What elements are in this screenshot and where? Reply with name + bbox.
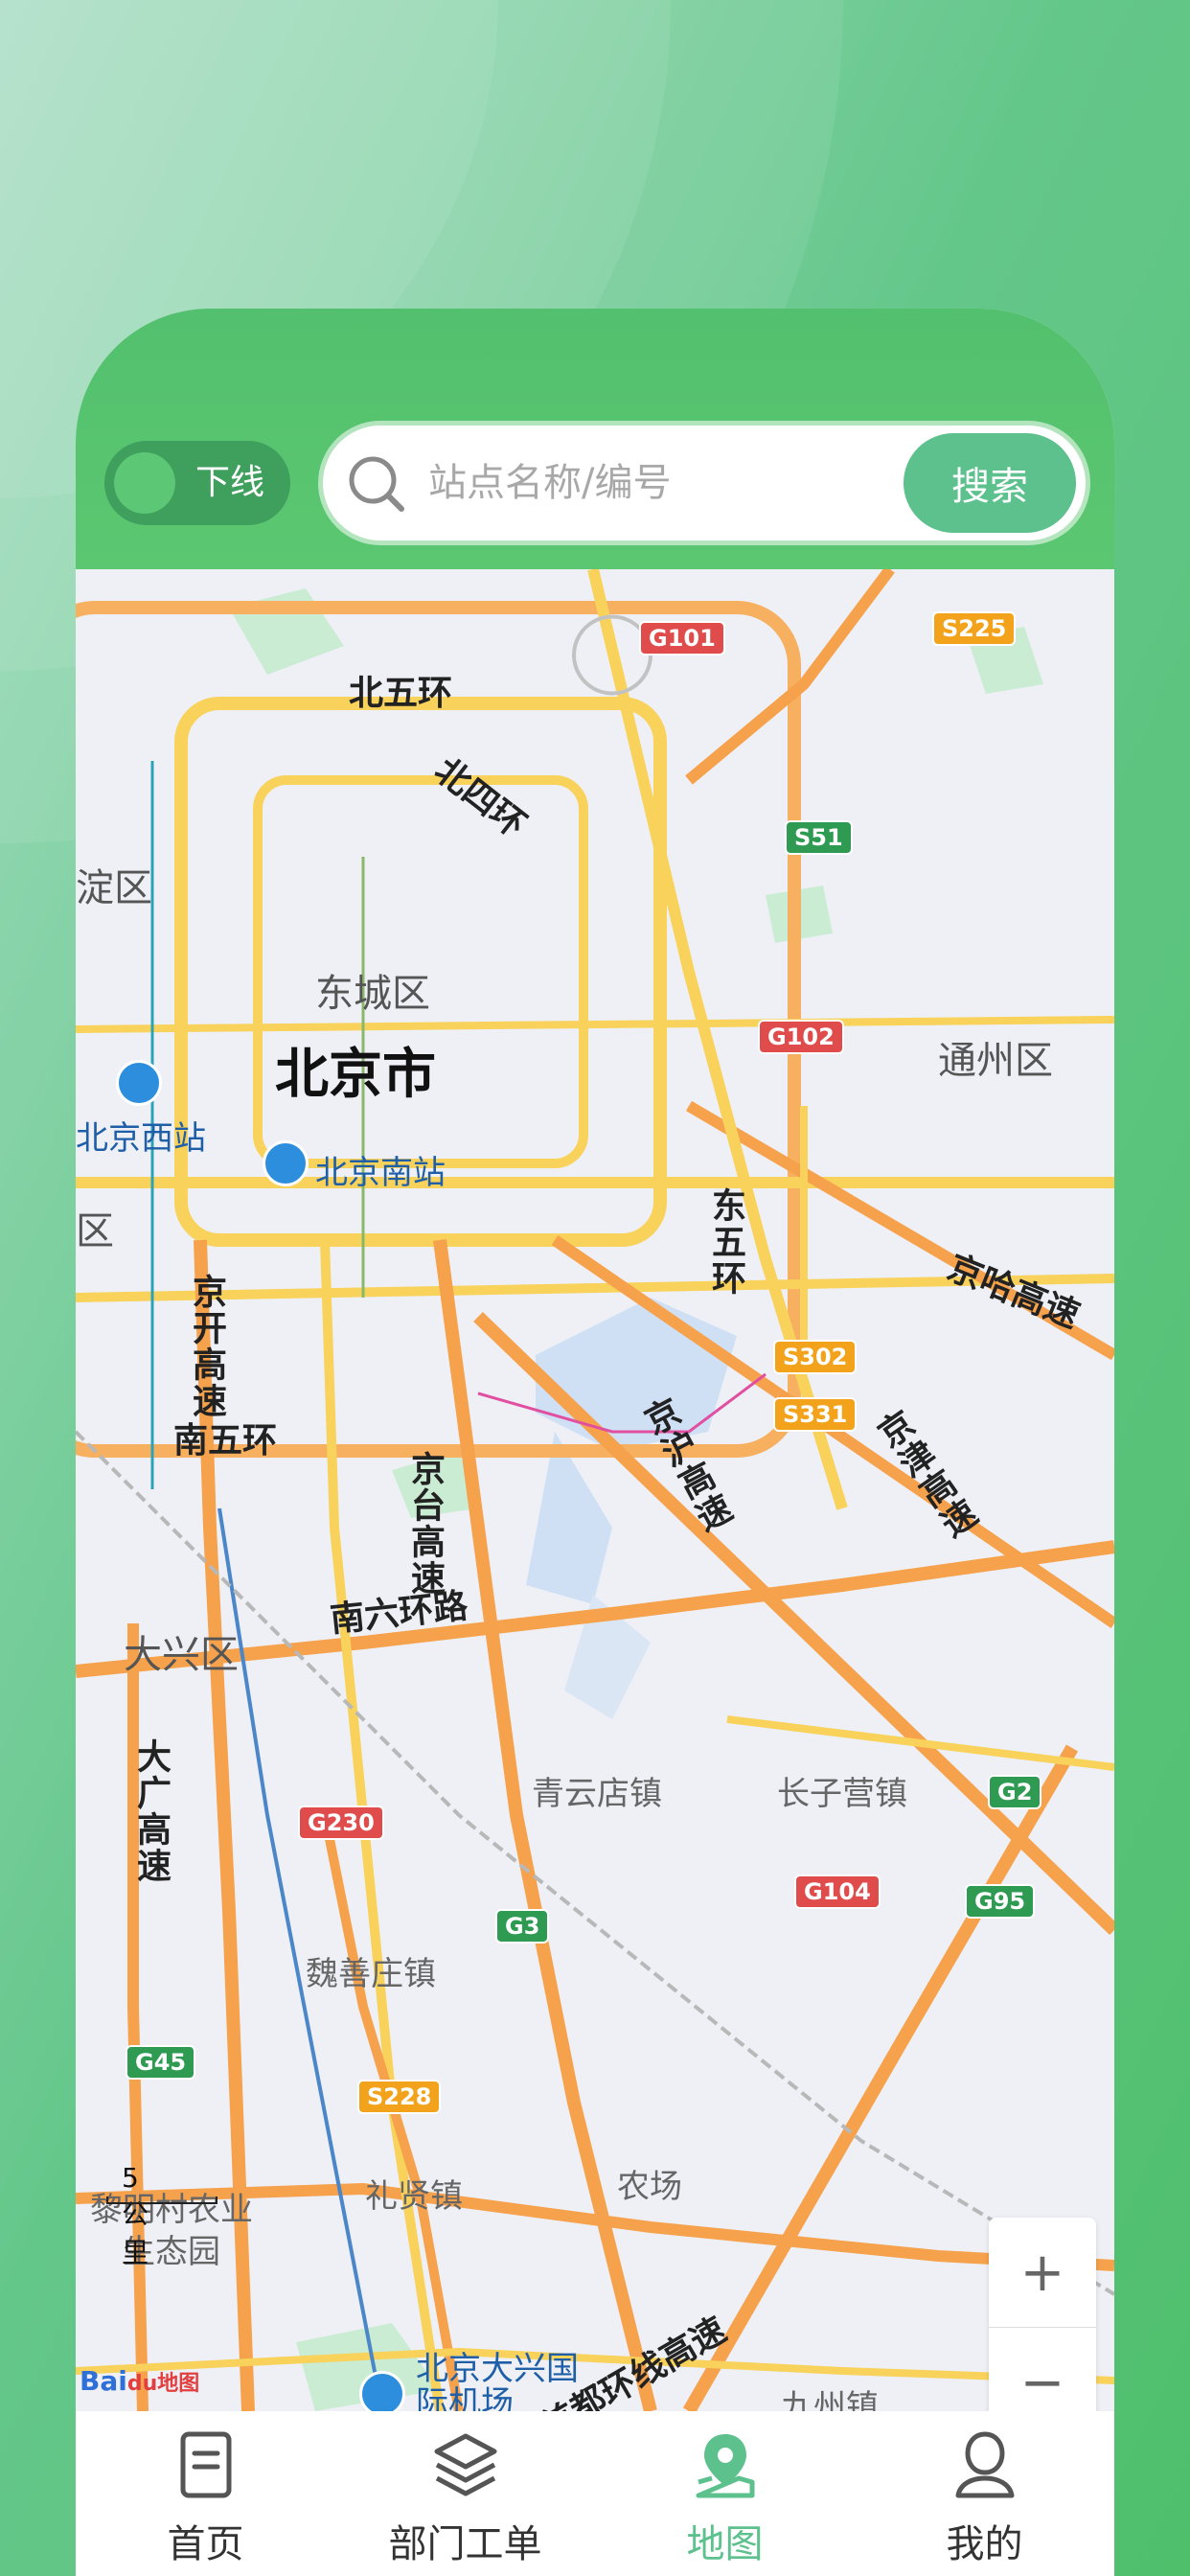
station-label: 北京大兴国际机场 [416,2350,579,2411]
tab-department-orders[interactable]: 部门工单 [335,2411,595,2576]
highway-shield: S51 [785,820,853,855]
tab-label: 地图 [686,2522,764,2566]
highway-shield: S225 [932,611,1017,646]
town-label: 礼贤镇 [365,2177,463,2216]
highway-shield: G104 [794,1874,881,1909]
bottom-tab-bar: 首页 部门工单 地图 我的 [76,2411,1114,2576]
toggle-label: 下线 [195,463,265,502]
town-label: 魏善庄镇 [306,1955,436,1993]
district-label: 东城区 [315,972,430,1016]
highway-shield: G95 [965,1884,1036,1919]
highway-shield: G45 [126,2045,196,2080]
tab-map[interactable]: 地图 [595,2411,855,2576]
road-label: 京开高速 [187,1274,226,1419]
scale-bar [106,2196,217,2204]
highway-shield: G102 [758,1020,844,1054]
road-label: 北五环 [349,674,453,713]
header-bar: 下线 搜索 [76,309,1114,569]
tab-label: 我的 [946,2522,1023,2566]
station-label: 北京西站 [76,1119,206,1158]
road-label: 大广高速 [131,1738,171,1884]
tab-home[interactable]: 首页 [76,2411,335,2576]
district-label: 淀区 [76,866,152,910]
layers-icon [434,2433,497,2496]
town-label: 九州镇 [781,2388,879,2411]
highway-shield: G3 [495,1909,550,1944]
search-input[interactable] [428,450,831,516]
logo-text: Bai [80,2365,127,2397]
map-pin-icon [696,2434,755,2498]
highway-shield: G101 [639,621,725,656]
map-view[interactable]: 北五环 北四环 东五环 京哈高速 京沪高速 京津高速 京开高速 南五环 京台高速… [76,569,1114,2411]
search-button[interactable]: 搜索 [904,433,1076,533]
baidu-logo: Baidu地图 [80,2365,199,2397]
highway-shield: G2 [988,1775,1042,1809]
district-label: 大兴区 [124,1633,239,1677]
road-label: 京台高速 [405,1451,445,1597]
online-toggle[interactable]: 下线 [104,441,290,525]
zoom-out-button[interactable]: − [989,2328,1096,2411]
logo-text-2: du地图 [126,2372,200,2396]
toggle-knob [114,452,175,514]
train-station-icon [116,1060,162,1106]
airport-icon [359,2371,405,2411]
scale-text: 5公里 [122,2162,149,2268]
tab-profile[interactable]: 我的 [855,2411,1114,2576]
app-screen: 下线 搜索 [76,309,1114,2576]
zoom-controls: + − [989,2218,1096,2411]
highway-shield: S228 [357,2080,442,2114]
train-station-icon [263,1140,309,1186]
zoom-in-button[interactable]: + [989,2218,1096,2328]
highway-shield: S331 [773,1397,858,1432]
tab-label: 部门工单 [388,2522,542,2566]
search-icon [349,456,404,512]
town-label: 青云店镇 [532,1775,662,1813]
highway-shield: G230 [298,1806,384,1840]
station-label: 北京南站 [315,1154,446,1192]
road-label: 东五环 [706,1187,745,1297]
district-label: 区 [76,1209,114,1254]
town-label: 长子营镇 [777,1775,907,1813]
document-icon [180,2431,232,2498]
town-label: 农场 [617,2168,682,2206]
road-label: 南五环 [173,1421,278,1460]
user-icon [955,2431,1015,2498]
search-bar: 搜索 [323,426,1086,540]
tab-label: 首页 [167,2522,244,2566]
highway-shield: S302 [773,1340,858,1374]
district-label: 通州区 [938,1039,1053,1083]
city-label: 北京市 [275,1044,436,1106]
